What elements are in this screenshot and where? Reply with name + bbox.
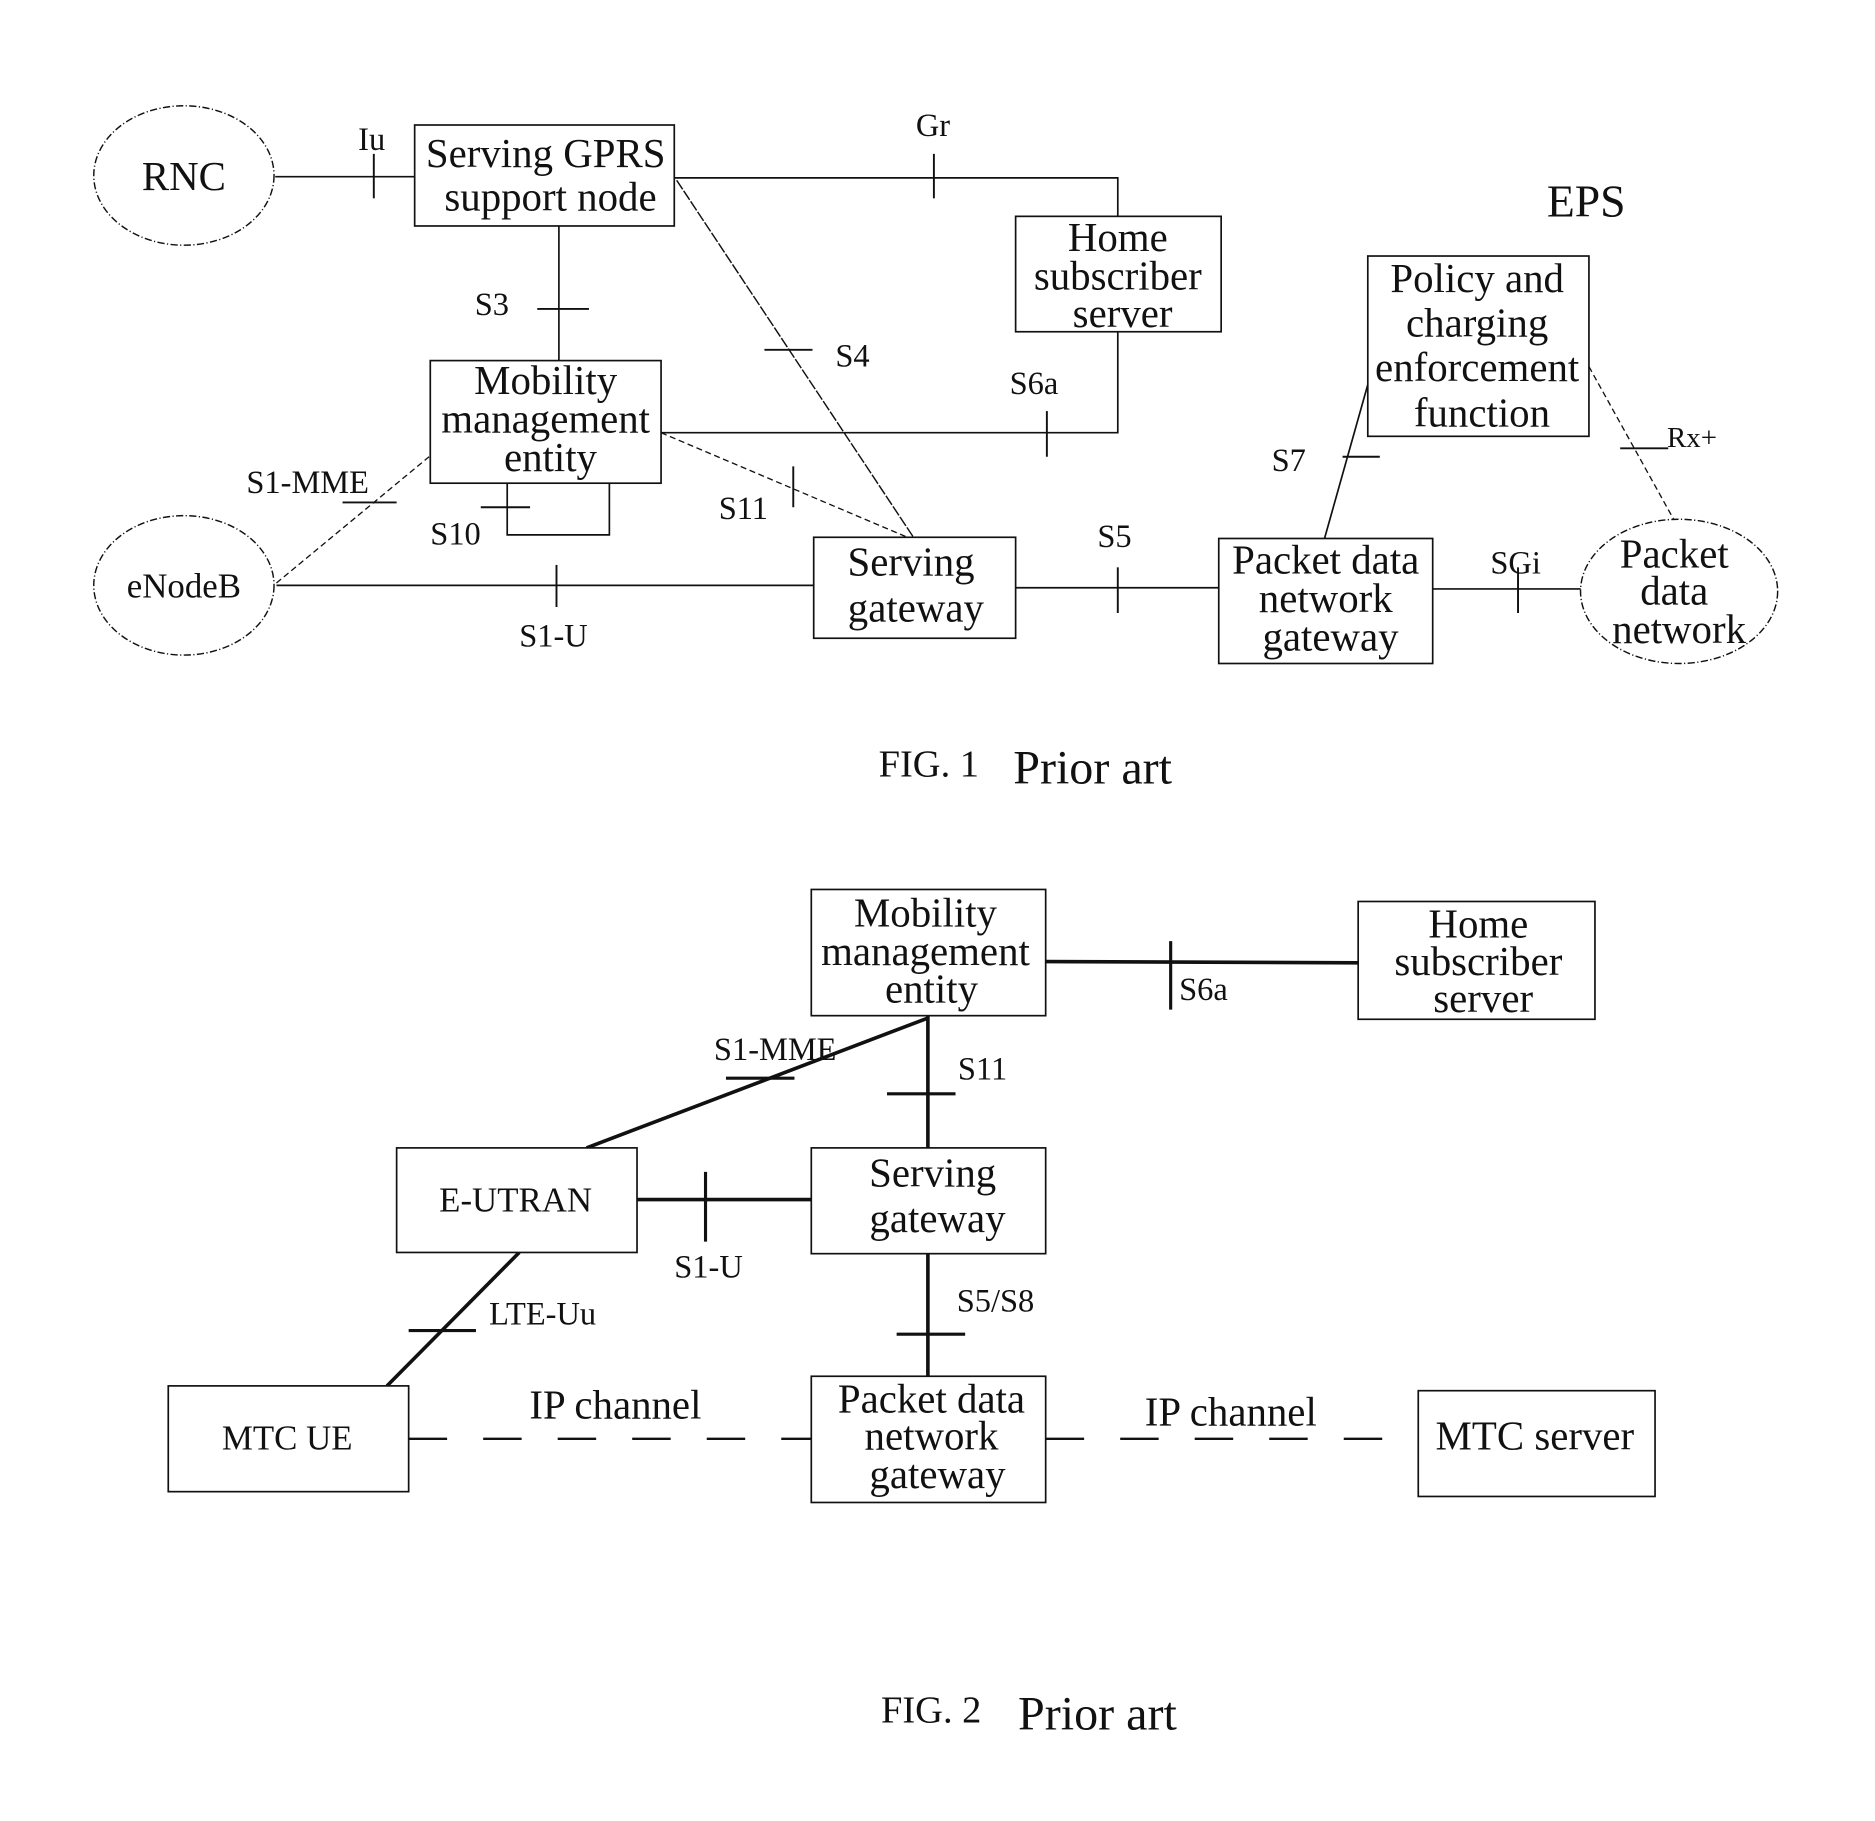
fig1-node-sgw[interactable]: Serving gateway <box>812 536 1017 640</box>
fig2-caption: FIG. 2 Prior art <box>881 1688 1177 1741</box>
enodeb-label: eNodeB <box>127 566 241 605</box>
fig1-label-s7: S7 <box>1272 443 1306 479</box>
fig2-label-s6a: S6a <box>1179 972 1228 1008</box>
fig1-label-iu: Iu <box>358 122 385 158</box>
fig2-label-s1mme: S1-MME <box>714 1032 837 1068</box>
fig2-node-mme[interactable]: Mobility management entity <box>810 888 1047 1017</box>
fig1-link-rx <box>1588 366 1675 521</box>
sgw-label-line-1: Serving <box>848 540 975 585</box>
fig1-link-gr <box>674 177 1119 217</box>
fig1-label-s10: S10 <box>430 516 480 552</box>
fig2-node-mtc-ue[interactable]: MTC UE <box>167 1385 410 1493</box>
fig1-link-s4 <box>676 179 915 538</box>
fig2-node-eutran[interactable]: E-UTRAN <box>395 1147 638 1254</box>
fig2-node-pgw[interactable]: Packet data network gateway <box>810 1375 1047 1504</box>
fig2-mtc-server-label: MTC server <box>1436 1414 1635 1459</box>
fig1-caption-number: FIG. 1 <box>879 743 979 785</box>
fig1-label-s1mme: S1-MME <box>246 465 369 501</box>
fig2-link-s6a <box>1045 959 1359 965</box>
fig1-node-pcef[interactable]: Policy and charging enforcement function <box>1366 255 1590 438</box>
fig2-label-ip-channel-1: IP channel <box>529 1382 701 1427</box>
fig2-hss-label-line-3: server <box>1433 976 1533 1021</box>
fig2-mtc-ue-label: MTC UE <box>222 1419 353 1458</box>
pcef-label-line-2: charging <box>1406 301 1548 346</box>
fig2-node-mtc-server[interactable]: MTC server <box>1417 1389 1656 1498</box>
pcef-label-line-3: enforcement <box>1375 345 1580 390</box>
fig2-node-hss[interactable]: Home subscriber server <box>1357 900 1596 1021</box>
fig1-node-sgsn[interactable]: Serving GPRS support node <box>413 124 676 227</box>
fig1-node-pgw[interactable]: Packet data network gateway <box>1217 537 1434 665</box>
fig2-sgw-label-line-1: Serving <box>869 1150 996 1195</box>
sgw-label-line-2: gateway <box>848 585 985 630</box>
pgw-label-line-3: gateway <box>1262 614 1399 659</box>
fig1-caption-note: Prior art <box>1013 742 1172 795</box>
fig1-node-mme[interactable]: Mobility management entity <box>429 358 662 485</box>
fig1-eps-label: EPS <box>1547 175 1626 226</box>
fig1-label-s5: S5 <box>1097 519 1131 555</box>
sgsn-label-line-1: Serving GPRS <box>426 131 666 176</box>
fig2-eutran-label: E-UTRAN <box>439 1181 592 1220</box>
figure-2: Mobility management entity Home subscrib… <box>167 888 1656 1741</box>
fig2-node-sgw[interactable]: Serving gateway <box>810 1147 1047 1255</box>
fig2-mme-label-line-3: entity <box>885 966 979 1011</box>
fig1-caption: FIG. 1 Prior art <box>879 742 1173 795</box>
fig1-label-gr: Gr <box>916 108 950 144</box>
fig1-node-enodeb[interactable]: eNodeB <box>93 514 275 656</box>
fig1-label-s6a: S6a <box>1010 366 1059 402</box>
sgsn-label-line-2: support node <box>444 174 656 219</box>
fig2-caption-number: FIG. 2 <box>881 1689 981 1731</box>
hss-label-line-3: server <box>1073 291 1173 336</box>
fig1-link-s10 <box>506 483 611 536</box>
fig2-pgw-label-line-3: gateway <box>869 1452 1006 1497</box>
fig2-label-ip-channel-2: IP channel <box>1145 1390 1317 1435</box>
pcef-label-line-1: Policy and <box>1390 256 1564 301</box>
fig2-label-s5s8: S5/S8 <box>957 1283 1035 1319</box>
patent-figures: RNC Serving GPRS support node Home subsc… <box>93 105 1779 1741</box>
fig1-label-s4: S4 <box>835 339 869 375</box>
fig1-node-pdn[interactable]: Packet data network <box>1579 518 1779 665</box>
fig1-label-s1u: S1-U <box>519 619 587 655</box>
fig2-ticks <box>408 941 1173 1336</box>
fig1-label-s3: S3 <box>475 287 509 323</box>
fig2-label-s1u: S1-U <box>674 1250 742 1286</box>
fig1-label-sgi: SGi <box>1490 545 1540 581</box>
fig1-link-s7 <box>1323 384 1369 539</box>
fig1-node-rnc[interactable]: RNC <box>93 105 275 246</box>
pdn-label-line-3: network <box>1612 607 1746 652</box>
rnc-label: RNC <box>142 154 226 199</box>
fig2-sgw-label-line-2: gateway <box>869 1196 1006 1241</box>
fig2-label-lteuu: LTE-Uu <box>489 1297 596 1333</box>
figure-1: RNC Serving GPRS support node Home subsc… <box>93 105 1779 795</box>
mme-label-line-3: entity <box>504 435 598 480</box>
pcef-label-line-4: function <box>1414 391 1550 436</box>
fig2-caption-note: Prior art <box>1018 1688 1177 1741</box>
fig2-label-s11: S11 <box>958 1051 1007 1087</box>
fig1-link-s11 <box>660 432 908 538</box>
fig1-label-rx: Rx+ <box>1667 422 1717 454</box>
fig1-node-hss[interactable]: Home subscriber server <box>1014 215 1222 336</box>
fig1-label-s11: S11 <box>719 491 768 527</box>
